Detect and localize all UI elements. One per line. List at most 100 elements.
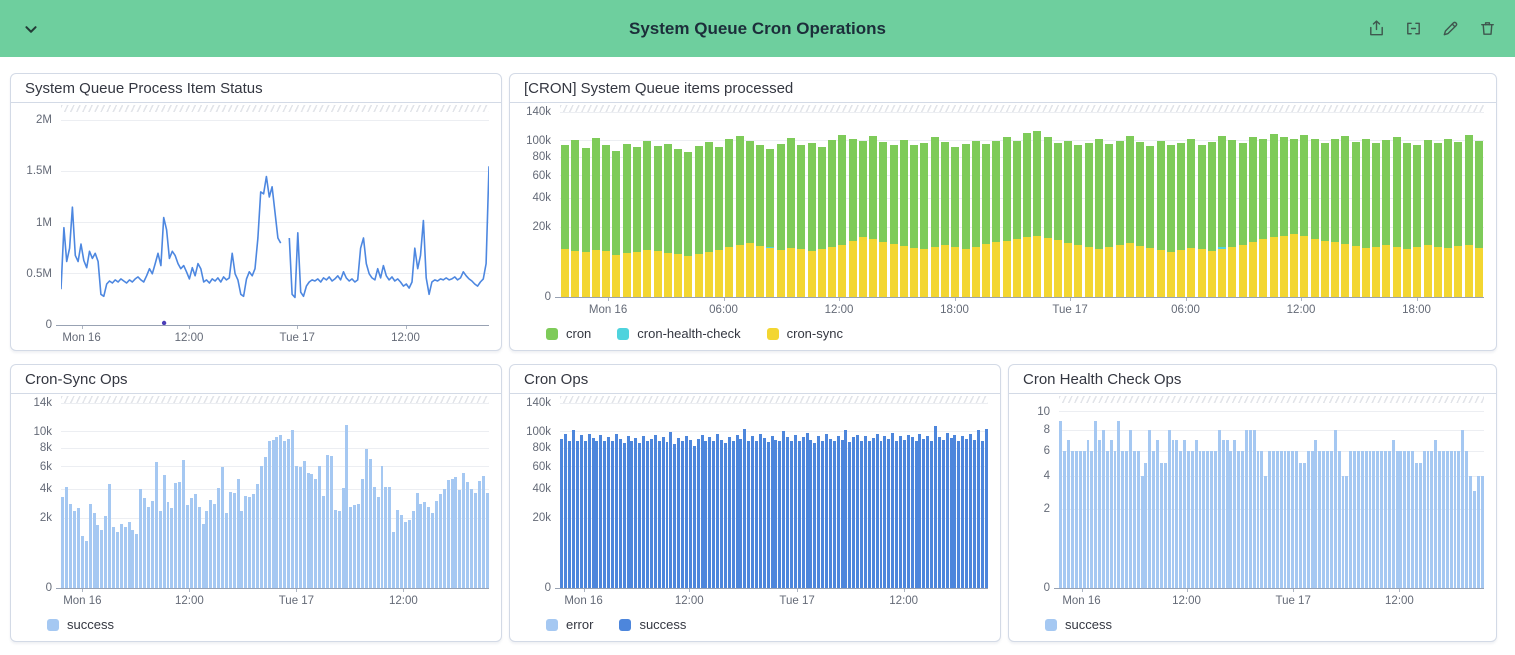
bar-segment[interactable] [1423,451,1426,588]
bar-segment[interactable] [1059,421,1062,588]
bar-segment[interactable] [1105,144,1113,246]
bar-segment[interactable] [623,144,631,253]
bar-segment[interactable] [946,433,949,588]
bar-segment[interactable] [400,515,403,588]
bar-segment[interactable] [1382,140,1390,245]
plot-area[interactable] [560,396,988,588]
plot-area[interactable] [1059,396,1484,588]
legend-item-success[interactable]: success [619,617,686,632]
bar-segment[interactable] [1218,247,1226,248]
bar-segment[interactable] [100,530,103,589]
legend-item-cron[interactable]: cron [546,326,591,341]
bar-segment[interactable] [972,141,980,248]
bar-segment[interactable] [458,490,461,588]
bar-segment[interactable] [1362,248,1370,297]
bar-segment[interactable] [759,434,762,588]
bar-segment[interactable] [582,252,590,297]
bar-segment[interactable] [1164,463,1167,588]
bar-segment[interactable] [1157,141,1165,250]
bar-segment[interactable] [1067,440,1070,588]
bar-segment[interactable] [941,142,949,245]
bar-segment[interactable] [844,430,847,588]
bar-segment[interactable] [736,435,739,588]
bar-segment[interactable] [1424,140,1432,245]
bar-segment[interactable] [607,437,610,588]
bar-segment[interactable] [1064,141,1072,243]
bar-segment[interactable] [1361,451,1364,588]
bar-segment[interactable] [1085,247,1093,297]
bar-segment[interactable] [1239,143,1247,245]
bar-segment[interactable] [1407,451,1410,588]
bar-segment[interactable] [1280,137,1288,236]
bar-segment[interactable] [777,250,785,297]
bar-segment[interactable] [1291,451,1294,588]
bar-segment[interactable] [1392,440,1395,588]
bar-segment[interactable] [221,467,224,588]
bar-segment[interactable] [1137,451,1140,588]
bar-segment[interactable] [1469,476,1472,588]
bar-segment[interactable] [962,144,970,248]
bar-segment[interactable] [396,510,399,588]
bar-segment[interactable] [310,474,313,588]
bar-segment[interactable] [1054,143,1062,240]
bar-segment[interactable] [128,522,131,588]
bar-segment[interactable] [190,498,193,588]
bar-segment[interactable] [1342,476,1345,588]
bar-segment[interactable] [1357,451,1360,588]
bar-segment[interactable] [1396,451,1399,588]
bar-segment[interactable] [1033,236,1041,297]
bar-segment[interactable] [1403,451,1406,588]
bar-segment[interactable] [1457,451,1460,588]
bar-segment[interactable] [1341,244,1349,297]
bar-segment[interactable] [746,141,754,243]
bar-segment[interactable] [283,441,286,589]
bar-segment[interactable] [982,244,990,297]
bar-segment[interactable] [588,434,591,588]
bar-segment[interactable] [1228,247,1236,297]
bar-segment[interactable] [1105,247,1113,297]
bar-segment[interactable] [256,484,259,588]
bar-segment[interactable] [849,139,857,241]
bar-segment[interactable] [1268,451,1271,588]
bar-segment[interactable] [124,527,127,588]
bar-segment[interactable] [1434,143,1442,246]
bar-segment[interactable] [797,145,805,249]
bar-segment[interactable] [1187,248,1195,297]
legend-item-cron-health-check[interactable]: cron-health-check [617,326,740,341]
legend-item-cron-sync[interactable]: cron-sync [767,326,843,341]
bar-segment[interactable] [817,436,820,588]
bar-segment[interactable] [705,142,713,252]
bar-segment[interactable] [612,255,620,297]
bar-segment[interactable] [345,425,348,588]
bar-segment[interactable] [1064,243,1072,297]
bar-segment[interactable] [349,507,352,588]
bar-segment[interactable] [572,430,575,588]
bar-segment[interactable] [408,520,411,588]
bar-segment[interactable] [911,437,914,588]
bar-segment[interactable] [695,254,703,297]
bar-segment[interactable] [244,496,247,589]
bar-segment[interactable] [1461,430,1464,588]
bar-segment[interactable] [736,136,744,245]
bar-segment[interactable] [1253,430,1256,588]
bar-segment[interactable] [920,249,928,297]
bar-segment[interactable] [1116,245,1124,297]
bar-segment[interactable] [1126,243,1134,297]
bar-segment[interactable] [950,438,953,588]
legend-item-success[interactable]: success [47,617,114,632]
bar-segment[interactable] [931,247,939,297]
bar-segment[interactable] [666,442,669,588]
bar-segment[interactable] [443,489,446,588]
bar-segment[interactable] [1095,139,1103,248]
bar-segment[interactable] [1338,451,1341,588]
bar-segment[interactable] [307,473,310,588]
bar-segment[interactable] [602,145,610,251]
bar-segment[interactable] [611,441,614,588]
bar-segment[interactable] [131,530,134,589]
bar-segment[interactable] [1175,440,1178,588]
bar-segment[interactable] [808,143,816,250]
bar-segment[interactable] [435,501,438,588]
bar-segment[interactable] [837,436,840,588]
bar-segment[interactable] [643,250,651,297]
bar-segment[interactable] [879,242,887,298]
